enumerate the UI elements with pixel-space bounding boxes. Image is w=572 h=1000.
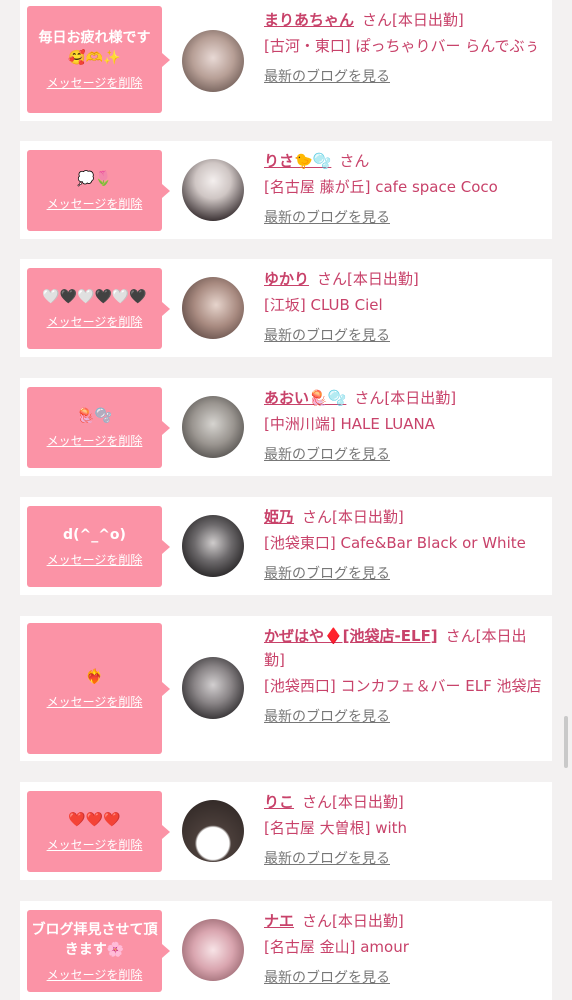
cast-name-link[interactable]: 姫乃 xyxy=(264,508,294,526)
cast-name-link[interactable]: ゆかり xyxy=(264,270,309,288)
message-bubble: ❤️❤️❤️ メッセージを削除 xyxy=(27,791,170,872)
cast-status: さん[本日出勤] xyxy=(354,389,457,407)
delete-message-link[interactable]: メッセージを削除 xyxy=(47,966,143,983)
message-bubble: d(^_^o) メッセージを削除 xyxy=(27,506,170,587)
cast-name-link[interactable]: りさ🐤🫧 xyxy=(264,152,331,170)
shop-name: [名古屋 大曽根] with xyxy=(264,819,408,837)
list-item: ブログ拝見させて頂きます🌸 メッセージを削除 ナエ さん[本日出勤] [名古屋 金… xyxy=(20,901,552,1000)
cast-name-link[interactable]: まりあちゃん xyxy=(264,11,354,29)
message-bubble: 🤍🖤🤍🖤🤍🖤 メッセージを削除 xyxy=(27,268,170,349)
cast-status: さん xyxy=(339,152,370,170)
view-blog-link[interactable]: 最新のブログを見る xyxy=(264,325,546,345)
shop-name: [池袋東口] Cafe&Bar Black or White xyxy=(264,534,526,552)
avatar[interactable] xyxy=(182,396,244,458)
message-text: d(^_^o) xyxy=(63,527,126,543)
cast-name-link[interactable]: あおい🪼🫧 xyxy=(264,389,346,407)
message-text: ❤️‍🔥 xyxy=(85,669,104,685)
view-blog-link[interactable]: 最新のブログを見る xyxy=(264,207,546,227)
message-bubble: ブログ拝見させて頂きます🌸 メッセージを削除 xyxy=(27,910,170,992)
avatar[interactable] xyxy=(182,657,244,719)
cast-status: さん[本日出勤] xyxy=(317,270,419,288)
cast-name-link[interactable]: りこ xyxy=(264,793,294,811)
list-item: d(^_^o) メッセージを削除 姫乃 さん[本日出勤] [池袋東口] Cafe&… xyxy=(20,497,552,595)
shop-name: [中洲川端] HALE LUANA xyxy=(264,415,435,433)
list-item: ❤️‍🔥 メッセージを削除 かぜはや♦️[池袋店-ELF] さん[本日出勤] [池… xyxy=(20,616,552,761)
message-text: ❤️❤️❤️ xyxy=(68,812,121,828)
shop-name: [名古屋 藤が丘] cafe space Coco xyxy=(264,178,498,196)
message-text: 💭🌷 xyxy=(77,171,112,187)
cast-status: さん[本日出勤] xyxy=(302,508,404,526)
view-blog-link[interactable]: 最新のブログを見る xyxy=(264,563,546,583)
cast-status: さん[本日出勤] xyxy=(302,793,404,811)
message-bubble: 毎日お疲れ様です🥰🫶✨ メッセージを削除 xyxy=(27,6,170,113)
message-bubble: ❤️‍🔥 メッセージを削除 xyxy=(27,623,170,754)
delete-message-link[interactable]: メッセージを削除 xyxy=(47,313,143,330)
view-blog-link[interactable]: 最新のブログを見る xyxy=(264,706,546,726)
avatar[interactable] xyxy=(182,30,244,92)
message-text: 毎日お疲れ様です🥰🫶✨ xyxy=(38,30,151,66)
list-item: 💭🌷 メッセージを削除 りさ🐤🫧 さん [名古屋 藤が丘] cafe space … xyxy=(20,141,552,239)
list-item: ❤️❤️❤️ メッセージを削除 りこ さん[本日出勤] [名古屋 大曽根] wit… xyxy=(20,782,552,880)
shop-name: [名古屋 金山] amour xyxy=(264,938,409,956)
cast-status: さん[本日出勤] xyxy=(362,11,464,29)
view-blog-link[interactable]: 最新のブログを見る xyxy=(264,967,546,987)
delete-message-link[interactable]: メッセージを削除 xyxy=(47,836,143,853)
avatar[interactable] xyxy=(182,515,244,577)
delete-message-link[interactable]: メッセージを削除 xyxy=(47,551,143,568)
message-text: ブログ拝見させて頂きます🌸 xyxy=(31,921,158,958)
scrollbar[interactable] xyxy=(564,716,568,768)
avatar[interactable] xyxy=(182,919,244,981)
list-item: 🤍🖤🤍🖤🤍🖤 メッセージを削除 ゆかり さん[本日出勤] [江坂] CLUB Ci… xyxy=(20,259,552,357)
shop-name: [池袋西口] コンカフェ＆バー ELF 池袋店 xyxy=(264,677,542,695)
avatar[interactable] xyxy=(182,277,244,339)
delete-message-link[interactable]: メッセージを削除 xyxy=(47,693,143,710)
cast-name-link[interactable]: かぜはや♦️[池袋店-ELF] xyxy=(264,627,438,645)
cast-name-link[interactable]: ナエ xyxy=(264,912,294,930)
message-bubble: 💭🌷 メッセージを削除 xyxy=(27,150,170,231)
delete-message-link[interactable]: メッセージを削除 xyxy=(47,432,143,449)
delete-message-link[interactable]: メッセージを削除 xyxy=(47,195,143,212)
shop-name: [江坂] CLUB Ciel xyxy=(264,296,383,314)
list-item: 🪼🫧 メッセージを削除 あおい🪼🫧 さん[本日出勤] [中洲川端] HALE LU… xyxy=(20,378,552,476)
delete-message-link[interactable]: メッセージを削除 xyxy=(47,74,143,91)
message-text: 🪼🫧 xyxy=(77,408,112,424)
view-blog-link[interactable]: 最新のブログを見る xyxy=(264,444,546,464)
list-item: 毎日お疲れ様です🥰🫶✨ メッセージを削除 まりあちゃん さん[本日出勤] [古河・… xyxy=(20,0,552,121)
message-bubble: 🪼🫧 メッセージを削除 xyxy=(27,387,170,468)
avatar[interactable] xyxy=(182,800,244,862)
avatar[interactable] xyxy=(182,159,244,221)
cast-status: さん[本日出勤] xyxy=(302,912,404,930)
message-text: 🤍🖤🤍🖤🤍🖤 xyxy=(42,289,147,305)
shop-name: [古河・東口] ぽっちゃりバー らんでぶぅ xyxy=(264,37,540,55)
view-blog-link[interactable]: 最新のブログを見る xyxy=(264,848,546,868)
view-blog-link[interactable]: 最新のブログを見る xyxy=(264,66,546,86)
